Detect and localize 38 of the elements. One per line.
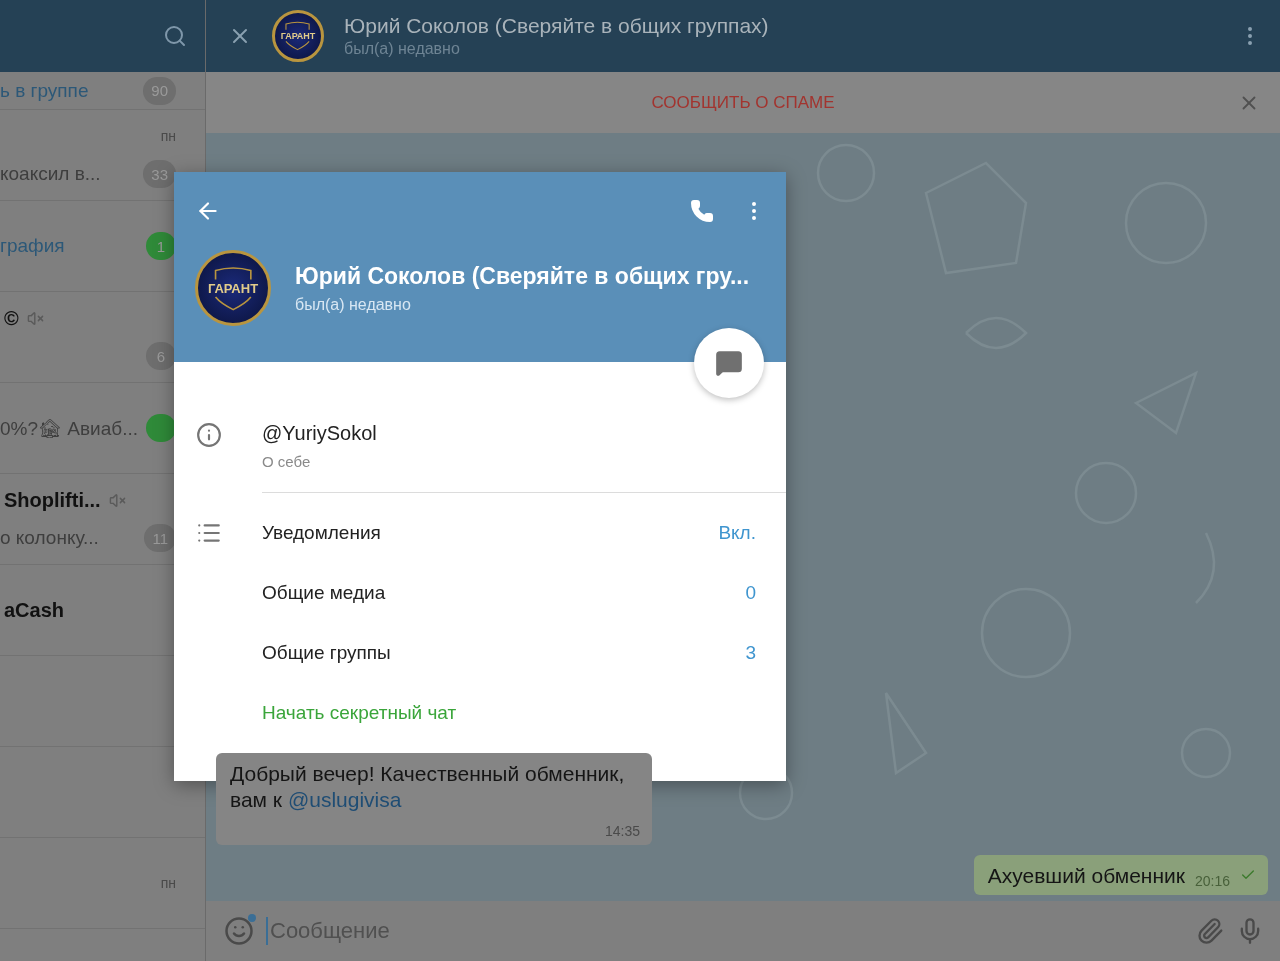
chat-title: © — [3, 306, 19, 330]
setting-value: 3 — [745, 642, 756, 664]
phone-icon[interactable] — [690, 199, 714, 223]
chat-preview: коаксил в... — [0, 163, 101, 185]
message-text: Ахуевший обменник — [987, 863, 1185, 889]
chat-title: Юрий Соколов (Сверяйте в общих группах) — [344, 14, 770, 38]
chat-preview: графия — [0, 235, 65, 257]
setting-label: Общие группы — [262, 642, 392, 664]
setting-value: Вкл. — [718, 522, 756, 544]
info-icon — [196, 422, 222, 448]
setting-value: 0 — [745, 582, 756, 604]
chat-icon — [715, 349, 743, 377]
setting-label: Уведомления — [262, 522, 382, 544]
message-time: 14:35 — [604, 823, 640, 839]
chat-preview: 0%?🏚 Авиаб... — [0, 416, 138, 440]
chat-title: Shoplifti... — [3, 488, 101, 512]
avatar-label: ГАРАНТ — [207, 280, 259, 296]
username-link[interactable]: @uslugivisa — [287, 788, 402, 811]
paperclip-icon[interactable] — [1196, 917, 1224, 945]
message-time: 20:16 — [1194, 873, 1230, 889]
setting-label: Начать секретный чат — [262, 702, 458, 724]
setting-label: Общие медиа — [262, 582, 387, 604]
username-caption: О себе — [262, 453, 312, 470]
message-text: Добрый вечер! Качественный обменник, вам к @uslugivisa — [230, 761, 626, 813]
unread-badge: 1 — [146, 232, 176, 260]
avatar-label: ГАРАНТ — [280, 31, 316, 41]
chat-preview: ь в группе — [0, 79, 89, 102]
chat-preview: о колонку... — [0, 527, 99, 549]
message-button[interactable] — [694, 328, 764, 398]
sticker-icon[interactable] — [224, 916, 254, 946]
chat-status: был(а) недавно — [344, 40, 461, 58]
report-spam-button[interactable]: СООБЩИТЬ О СПАМЕ — [645, 91, 841, 114]
search-icon[interactable] — [163, 24, 187, 48]
chat-title: aCash — [3, 598, 65, 622]
profile-name: Юрий Соколов (Сверяйте в общих гру... — [295, 262, 750, 290]
username: @YuriySokol — [262, 422, 378, 445]
settings-row[interactable]: Начать секретный чат — [174, 683, 786, 743]
profile-status: был(а) недавно — [295, 295, 412, 314]
